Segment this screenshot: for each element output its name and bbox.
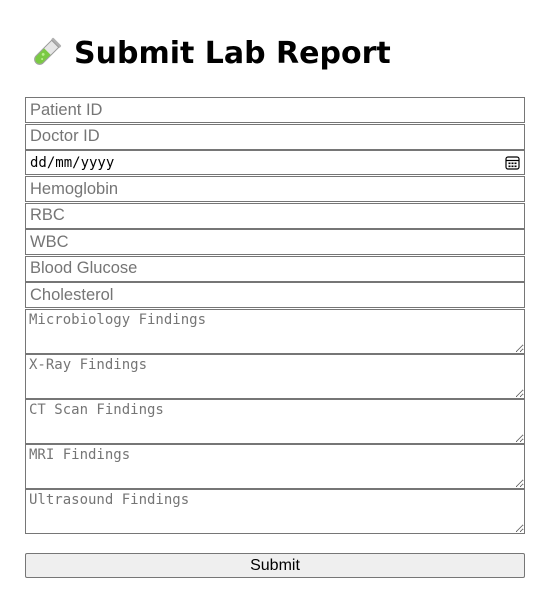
ultrasound-findings-textarea[interactable] (25, 488, 525, 534)
ct-scan-findings-textarea[interactable] (25, 398, 525, 444)
hemoglobin-input[interactable] (25, 176, 525, 202)
patient-id-input[interactable] (25, 97, 525, 123)
xray-findings-textarea[interactable] (25, 353, 525, 399)
submit-button[interactable]: Submit (25, 553, 525, 578)
mri-findings-textarea[interactable] (25, 443, 525, 489)
doctor-id-input[interactable] (25, 123, 525, 150)
rbc-input[interactable] (25, 202, 525, 229)
page-title: Submit Lab Report (28, 33, 391, 73)
test-tube-icon (28, 35, 64, 71)
wbc-input[interactable] (25, 229, 525, 255)
date-input[interactable]: dd/mm/yyyy (25, 150, 525, 175)
microbiology-findings-textarea[interactable] (25, 308, 525, 354)
blood-glucose-input[interactable] (25, 255, 525, 282)
date-placeholder: dd/mm/yyyy (30, 154, 115, 171)
lab-report-form: dd/mm/yyyy (25, 97, 525, 534)
page-title-text: Submit Lab Report (74, 35, 391, 71)
cholesterol-input[interactable] (25, 282, 525, 308)
calendar-icon[interactable] (505, 155, 520, 170)
